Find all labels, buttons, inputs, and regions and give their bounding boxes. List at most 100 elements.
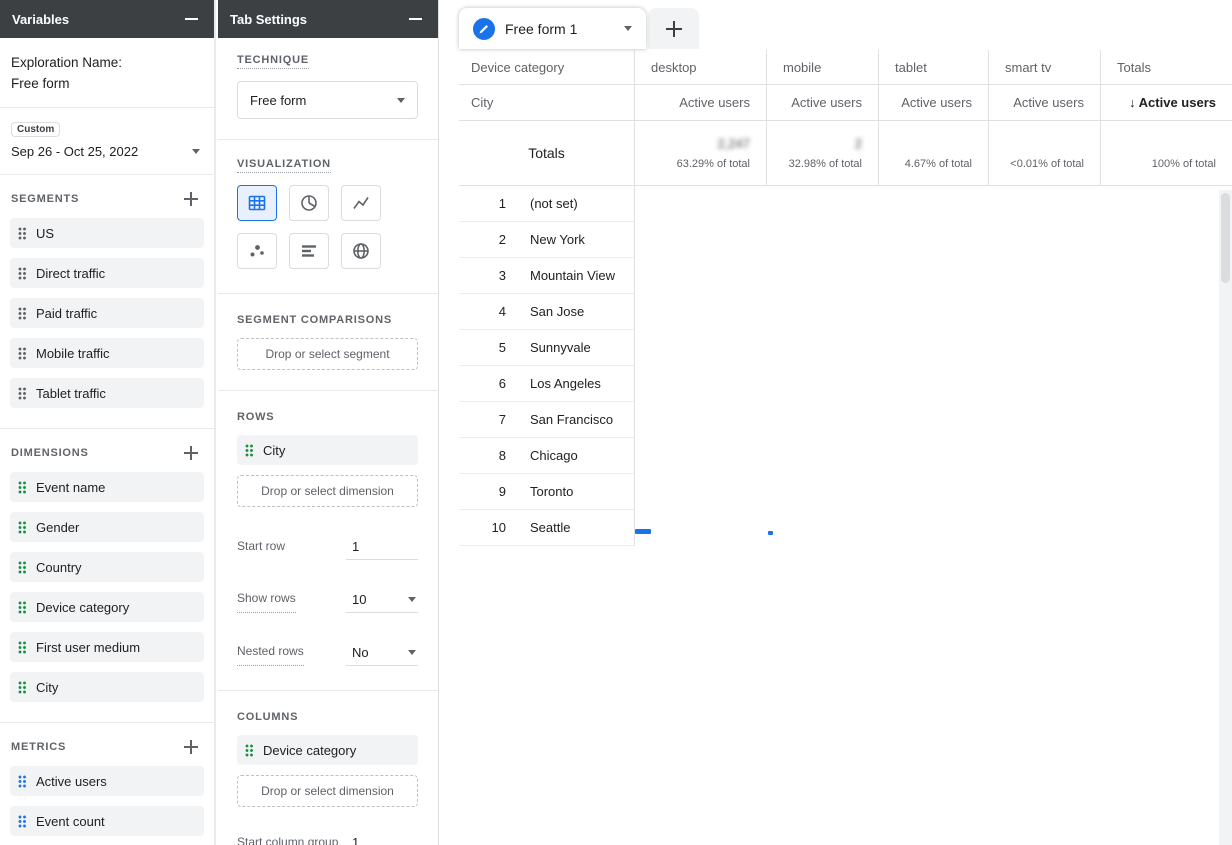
drag-handle-icon[interactable]	[245, 443, 254, 457]
nested-rows-label: Nested rows	[237, 644, 304, 666]
technique-select[interactable]: Free form	[237, 81, 418, 119]
segment-chip[interactable]: Tablet traffic	[10, 378, 204, 408]
dimension-chip[interactable]: Device category	[10, 592, 204, 622]
row-rank: 5	[498, 340, 506, 355]
metric-header[interactable]: Active users	[635, 85, 767, 121]
rows-dimension-chip[interactable]: City	[237, 435, 418, 465]
dimension-chip[interactable]: First user medium	[10, 632, 204, 662]
row-label-cell[interactable]: 8 Chicago	[459, 438, 635, 474]
date-range-block[interactable]: Custom Sep 26 - Oct 25, 2022	[0, 108, 214, 175]
rows-label: ROWS	[237, 411, 275, 423]
row-label-cell[interactable]: 2 New York	[459, 222, 635, 258]
columns-section: COLUMNS Device category Drop or select d…	[218, 691, 438, 845]
date-range-selector[interactable]: Sep 26 - Oct 25, 2022	[11, 144, 200, 159]
drag-handle-icon[interactable]	[18, 640, 27, 654]
segment-comparisons-section: SEGMENT COMPARISONS Drop or select segme…	[218, 294, 438, 391]
segment-chip[interactable]: US	[10, 218, 204, 248]
row-city: Mountain View	[530, 268, 616, 283]
columns-dimension-chip[interactable]: Device category	[237, 735, 418, 765]
drag-handle-icon[interactable]	[18, 346, 27, 360]
row-label-cell[interactable]: 9 Toronto	[459, 474, 635, 510]
drag-handle-icon[interactable]	[18, 520, 27, 534]
row-label-cell[interactable]: 3 Mountain View	[459, 258, 635, 294]
viz-option-donut[interactable]	[289, 185, 329, 221]
tab-menu-chevron-icon[interactable]	[624, 26, 632, 31]
show-rows-label: Show rows	[237, 591, 296, 613]
show-rows-select[interactable]: 10	[346, 588, 418, 613]
add-segment-icon[interactable]	[184, 192, 198, 206]
drag-handle-icon[interactable]	[18, 600, 27, 614]
column-header-mobile: mobile	[767, 50, 879, 85]
row-rank: 8	[498, 448, 506, 463]
add-dimension-icon[interactable]	[184, 446, 198, 460]
rows-drop-zone[interactable]: Drop or select dimension	[237, 475, 418, 507]
variables-panel-title: Variables	[12, 11, 70, 27]
edit-tab-icon[interactable]	[473, 17, 495, 40]
metric-chip[interactable]: Active users	[10, 766, 204, 796]
drag-handle-icon[interactable]	[18, 266, 27, 280]
drag-handle-icon[interactable]	[245, 743, 254, 757]
line-chart-icon	[353, 197, 369, 209]
row-label-cell[interactable]: 4 San Jose	[459, 294, 635, 330]
drag-handle-icon[interactable]	[18, 680, 27, 694]
metric-header-sorted[interactable]: ↓ Active users	[1101, 85, 1232, 121]
start-column-group-value: 1	[352, 835, 360, 845]
row-label-cell[interactable]: 1 (not set)	[459, 186, 635, 222]
minimize-icon[interactable]	[185, 18, 198, 20]
segment-chip[interactable]: Direct traffic	[10, 258, 204, 288]
row-label-cell[interactable]: 5 Sunnyvale	[459, 330, 635, 366]
add-metric-icon[interactable]	[184, 740, 198, 754]
dimension-chip[interactable]: Country	[10, 552, 204, 582]
viz-option-bar[interactable]	[289, 233, 329, 269]
pencil-icon	[479, 24, 488, 33]
table-row: 6 Los Angeles	[459, 366, 1232, 402]
metric-header[interactable]: Active users	[989, 85, 1101, 121]
drag-handle-icon[interactable]	[18, 814, 27, 828]
drag-handle-icon[interactable]	[18, 386, 27, 400]
start-row-input[interactable]: 1	[346, 535, 418, 560]
nested-rows-select[interactable]: No	[346, 641, 418, 666]
table-metric-header-row: City Active users Active users Active us…	[459, 85, 1232, 121]
new-tab-button[interactable]	[648, 8, 699, 49]
drag-handle-icon[interactable]	[18, 774, 27, 788]
date-range-value: Sep 26 - Oct 25, 2022	[11, 144, 139, 159]
metric-chip[interactable]: Event count	[10, 806, 204, 836]
metric-header[interactable]: Active users	[767, 85, 879, 121]
row-label-cell[interactable]: 10 Seattle	[459, 510, 635, 546]
drag-handle-icon[interactable]	[18, 480, 27, 494]
segment-chip[interactable]: Paid traffic	[10, 298, 204, 328]
drag-handle-icon[interactable]	[18, 560, 27, 574]
columns-drop-zone[interactable]: Drop or select dimension	[237, 775, 418, 807]
vertical-scrollbar[interactable]	[1219, 190, 1232, 845]
viz-option-geo[interactable]	[341, 233, 381, 269]
scroll-indicator	[635, 529, 651, 534]
row-dimension-header: City	[459, 85, 635, 121]
row-label-cell[interactable]: 7 San Francisco	[459, 402, 635, 438]
dimension-chip[interactable]: Gender	[10, 512, 204, 542]
dimension-chip[interactable]: Event name	[10, 472, 204, 502]
visualization-label: VISUALIZATION	[237, 158, 331, 173]
row-label-cell[interactable]: 6 Los Angeles	[459, 366, 635, 402]
start-column-group-input[interactable]: 1	[346, 831, 418, 845]
tab-free-form-1[interactable]: Free form 1	[459, 8, 646, 49]
segment-chip[interactable]: Mobile traffic	[10, 338, 204, 368]
viz-option-scatter[interactable]	[237, 233, 277, 269]
segment-comparisons-label: SEGMENT COMPARISONS	[237, 314, 392, 326]
drag-handle-icon[interactable]	[18, 306, 27, 320]
totals-cell-desktop: 2,247 63.29% of total	[635, 121, 767, 186]
drag-handle-icon[interactable]	[18, 226, 27, 240]
scatter-chart-icon	[250, 245, 264, 257]
viz-option-line[interactable]	[341, 185, 381, 221]
dimension-chip[interactable]: City	[10, 672, 204, 702]
segment-drop-zone[interactable]: Drop or select segment	[237, 338, 418, 370]
viz-option-table[interactable]	[237, 185, 277, 221]
scrollbar-thumb[interactable]	[1221, 193, 1230, 283]
minimize-icon[interactable]	[409, 18, 422, 20]
totals-value: 2,247	[717, 135, 750, 151]
exploration-name-value[interactable]: Free form	[11, 73, 202, 94]
rows-section: ROWS City Drop or select dimension Start…	[218, 391, 438, 691]
metric-header[interactable]: Active users	[879, 85, 989, 121]
segment-chip-label: US	[36, 225, 55, 241]
row-city: Chicago	[530, 448, 578, 463]
row-city: San Francisco	[530, 412, 614, 427]
